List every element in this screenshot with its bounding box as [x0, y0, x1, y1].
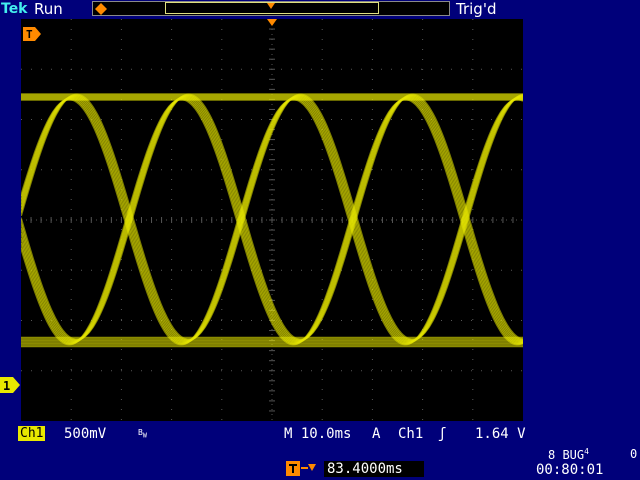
trigger-level: 1.64 V: [475, 426, 526, 442]
trigger-position-icon: [95, 3, 107, 15]
status-bar: Tek Run Trig'd: [0, 0, 640, 18]
acquisition-status: Run: [34, 0, 63, 18]
trigger-slope-icon: ʃ: [438, 426, 447, 442]
bug-indicator: 8 BUG4: [548, 447, 589, 462]
tek-logo: Tek: [1, 1, 28, 17]
trigger-channel: Ch1: [398, 426, 424, 442]
trigger-label: A: [372, 426, 381, 442]
horizontal-trigger-icon: [267, 19, 277, 26]
trigger-status: Trig'd: [456, 0, 497, 18]
clock-readout: 00:80:01: [536, 462, 604, 478]
channel1-readout[interactable]: Ch1: [18, 426, 46, 441]
trigger-marker-icon: T: [23, 27, 41, 41]
record-window[interactable]: [165, 2, 379, 14]
timebase-readout: M 10.0ms: [284, 426, 352, 442]
waveform-display[interactable]: [21, 19, 523, 421]
volts-per-div: 500mV: [64, 426, 107, 442]
channel1-ground-marker[interactable]: 1: [0, 377, 20, 393]
trigger-delay-icon: [286, 461, 316, 476]
channel1-marker-label: 1: [3, 379, 10, 393]
trigger-delay-value: 83.4000ms: [324, 461, 424, 477]
trigger-marker-label: T: [26, 28, 33, 41]
bandwidth-limit-indicator: BW: [138, 428, 147, 440]
waveform-svg: [21, 19, 523, 421]
zero-indicator: 0: [630, 447, 638, 461]
